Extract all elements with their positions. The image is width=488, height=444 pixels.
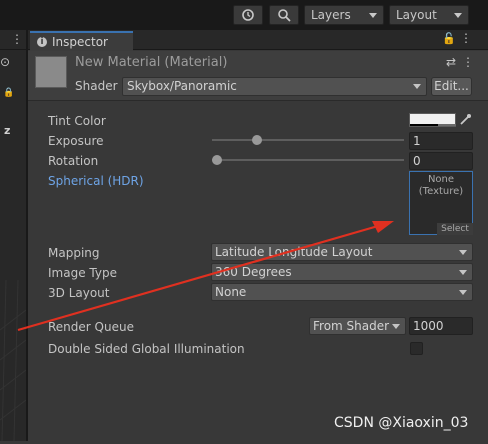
chevron-down-icon	[459, 290, 467, 295]
image-type-label: Image Type	[48, 266, 117, 280]
rotation-field[interactable]: 0	[409, 152, 473, 170]
render-queue-mode-dropdown[interactable]: From Shader	[309, 317, 406, 335]
lock-icon[interactable]: 🔒	[3, 88, 14, 98]
search-button[interactable]	[269, 5, 299, 25]
spherical-hdr-label: Spherical (HDR)	[48, 174, 144, 188]
texture-type-value: (Texture)	[418, 186, 464, 197]
material-name: New Material (Material)	[75, 55, 228, 70]
texture-none-value: None	[427, 174, 455, 185]
layout-dropdown[interactable]: Layout	[389, 5, 469, 25]
annotation-arrow-head	[372, 221, 394, 233]
alpha-bar-gap	[438, 124, 456, 126]
tab-inspector[interactable]: i Inspector	[30, 31, 133, 51]
rotation-slider-thumb[interactable]	[212, 155, 222, 165]
layout-3d-value: None	[215, 285, 247, 299]
exposure-slider-thumb[interactable]	[251, 135, 262, 145]
settings-icon[interactable]: ⊙	[0, 55, 10, 69]
history-button[interactable]	[233, 5, 263, 25]
shader-label: Shader	[75, 79, 118, 93]
tint-color-label: Tint Color	[48, 114, 106, 128]
mapping-value: Latitude Longitude Layout	[215, 245, 373, 259]
sliders-icon[interactable]: ⇄	[446, 55, 456, 69]
search-icon	[278, 9, 291, 22]
image-type-dropdown[interactable]: 360 Degrees	[211, 263, 473, 281]
texture-select-button[interactable]: Select	[437, 223, 473, 235]
image-type-value: 360 Degrees	[215, 265, 292, 279]
exposure-field[interactable]: 1	[409, 132, 473, 150]
render-queue-mode-value: From Shader	[313, 319, 390, 333]
edit-shader-button[interactable]: Edit...	[431, 77, 472, 96]
layout-label: Layout	[396, 8, 437, 22]
chevron-down-icon	[413, 84, 421, 89]
more-menu-icon[interactable]: ⋮	[11, 32, 23, 46]
tint-color-swatch[interactable]	[409, 113, 456, 127]
axis-z-icon: z	[4, 124, 11, 137]
double-sided-gi-label: Double Sided Global Illumination	[48, 342, 245, 356]
mapping-label: Mapping	[48, 246, 100, 260]
double-sided-gi-checkbox[interactable]	[410, 342, 423, 355]
left-tabbar: ⋮	[0, 30, 26, 50]
chevron-down-icon	[392, 324, 400, 329]
layout-3d-dropdown[interactable]: None	[211, 283, 473, 301]
layers-label: Layers	[311, 8, 351, 22]
exposure-slider-track[interactable]	[212, 139, 404, 141]
mapping-dropdown[interactable]: Latitude Longitude Layout	[211, 243, 473, 261]
more-menu-icon[interactable]: ⋮	[462, 55, 474, 69]
render-queue-label: Render Queue	[48, 320, 134, 334]
tab-inspector-label: Inspector	[52, 35, 108, 49]
rotation-slider-track[interactable]	[212, 159, 404, 161]
texture-none-text: None (Texture)	[409, 174, 473, 198]
rotation-label: Rotation	[48, 154, 99, 168]
render-queue-field[interactable]: 1000	[409, 317, 473, 335]
lock-icon[interactable]: 🔓	[442, 32, 456, 45]
top-toolbar: Layers Layout	[0, 0, 488, 30]
layout-3d-label: 3D Layout	[48, 286, 110, 300]
exposure-label: Exposure	[48, 134, 104, 148]
layers-dropdown[interactable]: Layers	[304, 5, 384, 25]
shader-value: Skybox/Panoramic	[127, 79, 237, 93]
more-menu-icon[interactable]: ⋮	[460, 31, 472, 45]
chevron-down-icon	[369, 13, 377, 18]
shader-dropdown[interactable]: Skybox/Panoramic	[122, 77, 427, 96]
chevron-down-icon	[459, 270, 467, 275]
material-preview	[35, 56, 67, 88]
info-icon: i	[37, 37, 47, 47]
watermark: CSDN @Xiaoxin_03	[334, 415, 469, 431]
chevron-down-icon	[454, 13, 462, 18]
history-icon	[242, 9, 254, 21]
chevron-down-icon	[459, 250, 467, 255]
eyedropper-icon[interactable]	[458, 113, 472, 127]
